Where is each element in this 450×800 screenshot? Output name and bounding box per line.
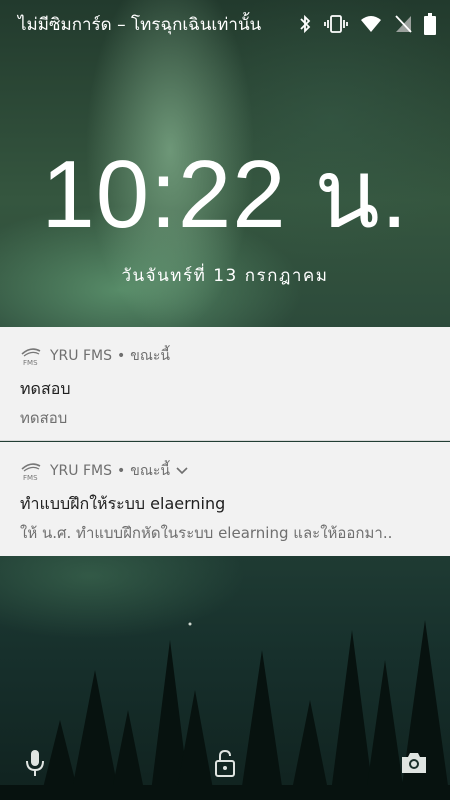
notification-app-name: YRU FMS (50, 463, 112, 479)
app-logo-icon: FMS (21, 463, 41, 482)
app-logo-icon: FMS (21, 348, 41, 367)
lock-icon[interactable] (214, 748, 236, 778)
bluetooth-icon (300, 14, 311, 34)
notification-header: FMS YRU FMS • ขณะนี้ (20, 345, 430, 367)
separator-dot: • (117, 348, 126, 364)
notification-time: ขณะนี้ (130, 348, 170, 364)
status-icons (298, 13, 436, 35)
separator-dot: • (117, 463, 126, 479)
battery-icon (424, 13, 436, 35)
notification-body: ให้ น.ศ. ทำแบบฝึกหัดในระบบ elearning และ… (20, 524, 393, 542)
notification-card[interactable]: FMS YRU FMS • ขณะนี้ ทดสอบ ทดสอบ (0, 327, 450, 441)
carrier-status-text: ไม่มีซิมการ์ด – โทรฉุกเฉินเท่านั้น (18, 14, 262, 35)
notification-time: ขณะนี้ (130, 463, 170, 479)
notification-body: ทดสอบ (20, 409, 68, 427)
lockscreen-date: วันจันทร์ที่ 13 กรกฎาคม (121, 266, 329, 286)
vibrate-icon (324, 15, 348, 33)
notification-header: FMS YRU FMS • ขณะนี้ (20, 460, 430, 482)
wifi-icon (361, 16, 381, 32)
svg-text:FMS: FMS (23, 359, 38, 367)
notification-title: ทำแบบฝึกให้ระบบ elaerning (20, 494, 226, 513)
status-bar: ไม่มีซิมการ์ด – โทรฉุกเฉินเท่านั้น (0, 0, 450, 48)
lock-screen: ไม่มีซิมการ์ด – โทรฉุกเฉินเท่านั้น 10:22… (0, 0, 450, 800)
lockscreen-clock: 10:22 น. (41, 141, 409, 248)
svg-text:FMS: FMS (23, 474, 38, 482)
notification-title: ทดสอบ (20, 379, 71, 398)
microphone-icon[interactable] (24, 748, 46, 778)
chevron-down-icon[interactable] (176, 467, 188, 475)
notification-app-name: YRU FMS (50, 348, 112, 364)
notification-card[interactable]: FMS YRU FMS • ขณะนี้ ทำแบบฝึกให้ระบบ ela… (0, 442, 450, 556)
no-sim-icon (395, 15, 412, 33)
camera-icon[interactable] (400, 748, 428, 778)
